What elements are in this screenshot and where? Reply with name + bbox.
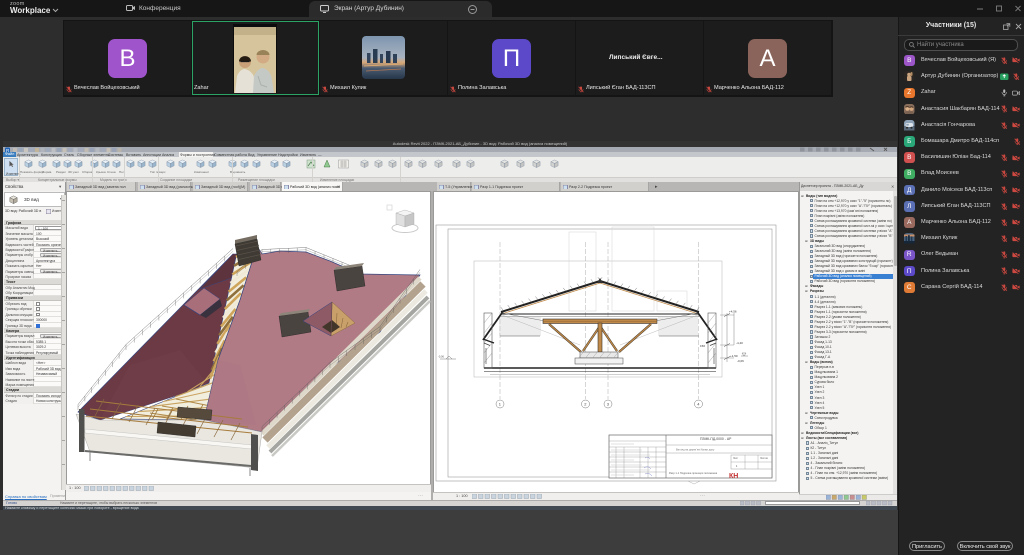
svg-text:ПЗМК-ПД-0000 - АР: ПЗМК-ПД-0000 - АР	[700, 437, 732, 441]
svg-text:-4,40: -4,40	[736, 341, 743, 345]
svg-text:150: 150	[700, 344, 705, 348]
svg-text:КН: КН	[729, 473, 738, 480]
svg-text:-0,06: -0,06	[737, 359, 744, 363]
svg-text:Разр 1-1 Подрезка проекции пол: Разр 1-1 Подрезка проекции положення	[669, 471, 718, 475]
svg-text:Листов: Листов	[760, 457, 768, 460]
svg-text:+4,56: +4,56	[729, 310, 737, 314]
svg-text:+1,50: +1,50	[730, 354, 738, 358]
svg-text:Вигляд на дерев`яні балки даху: Вигляд на дерев`яні балки даху	[676, 448, 715, 452]
svg-text:Лист: Лист	[733, 457, 739, 460]
svg-text:-0,06: -0,06	[438, 355, 444, 359]
